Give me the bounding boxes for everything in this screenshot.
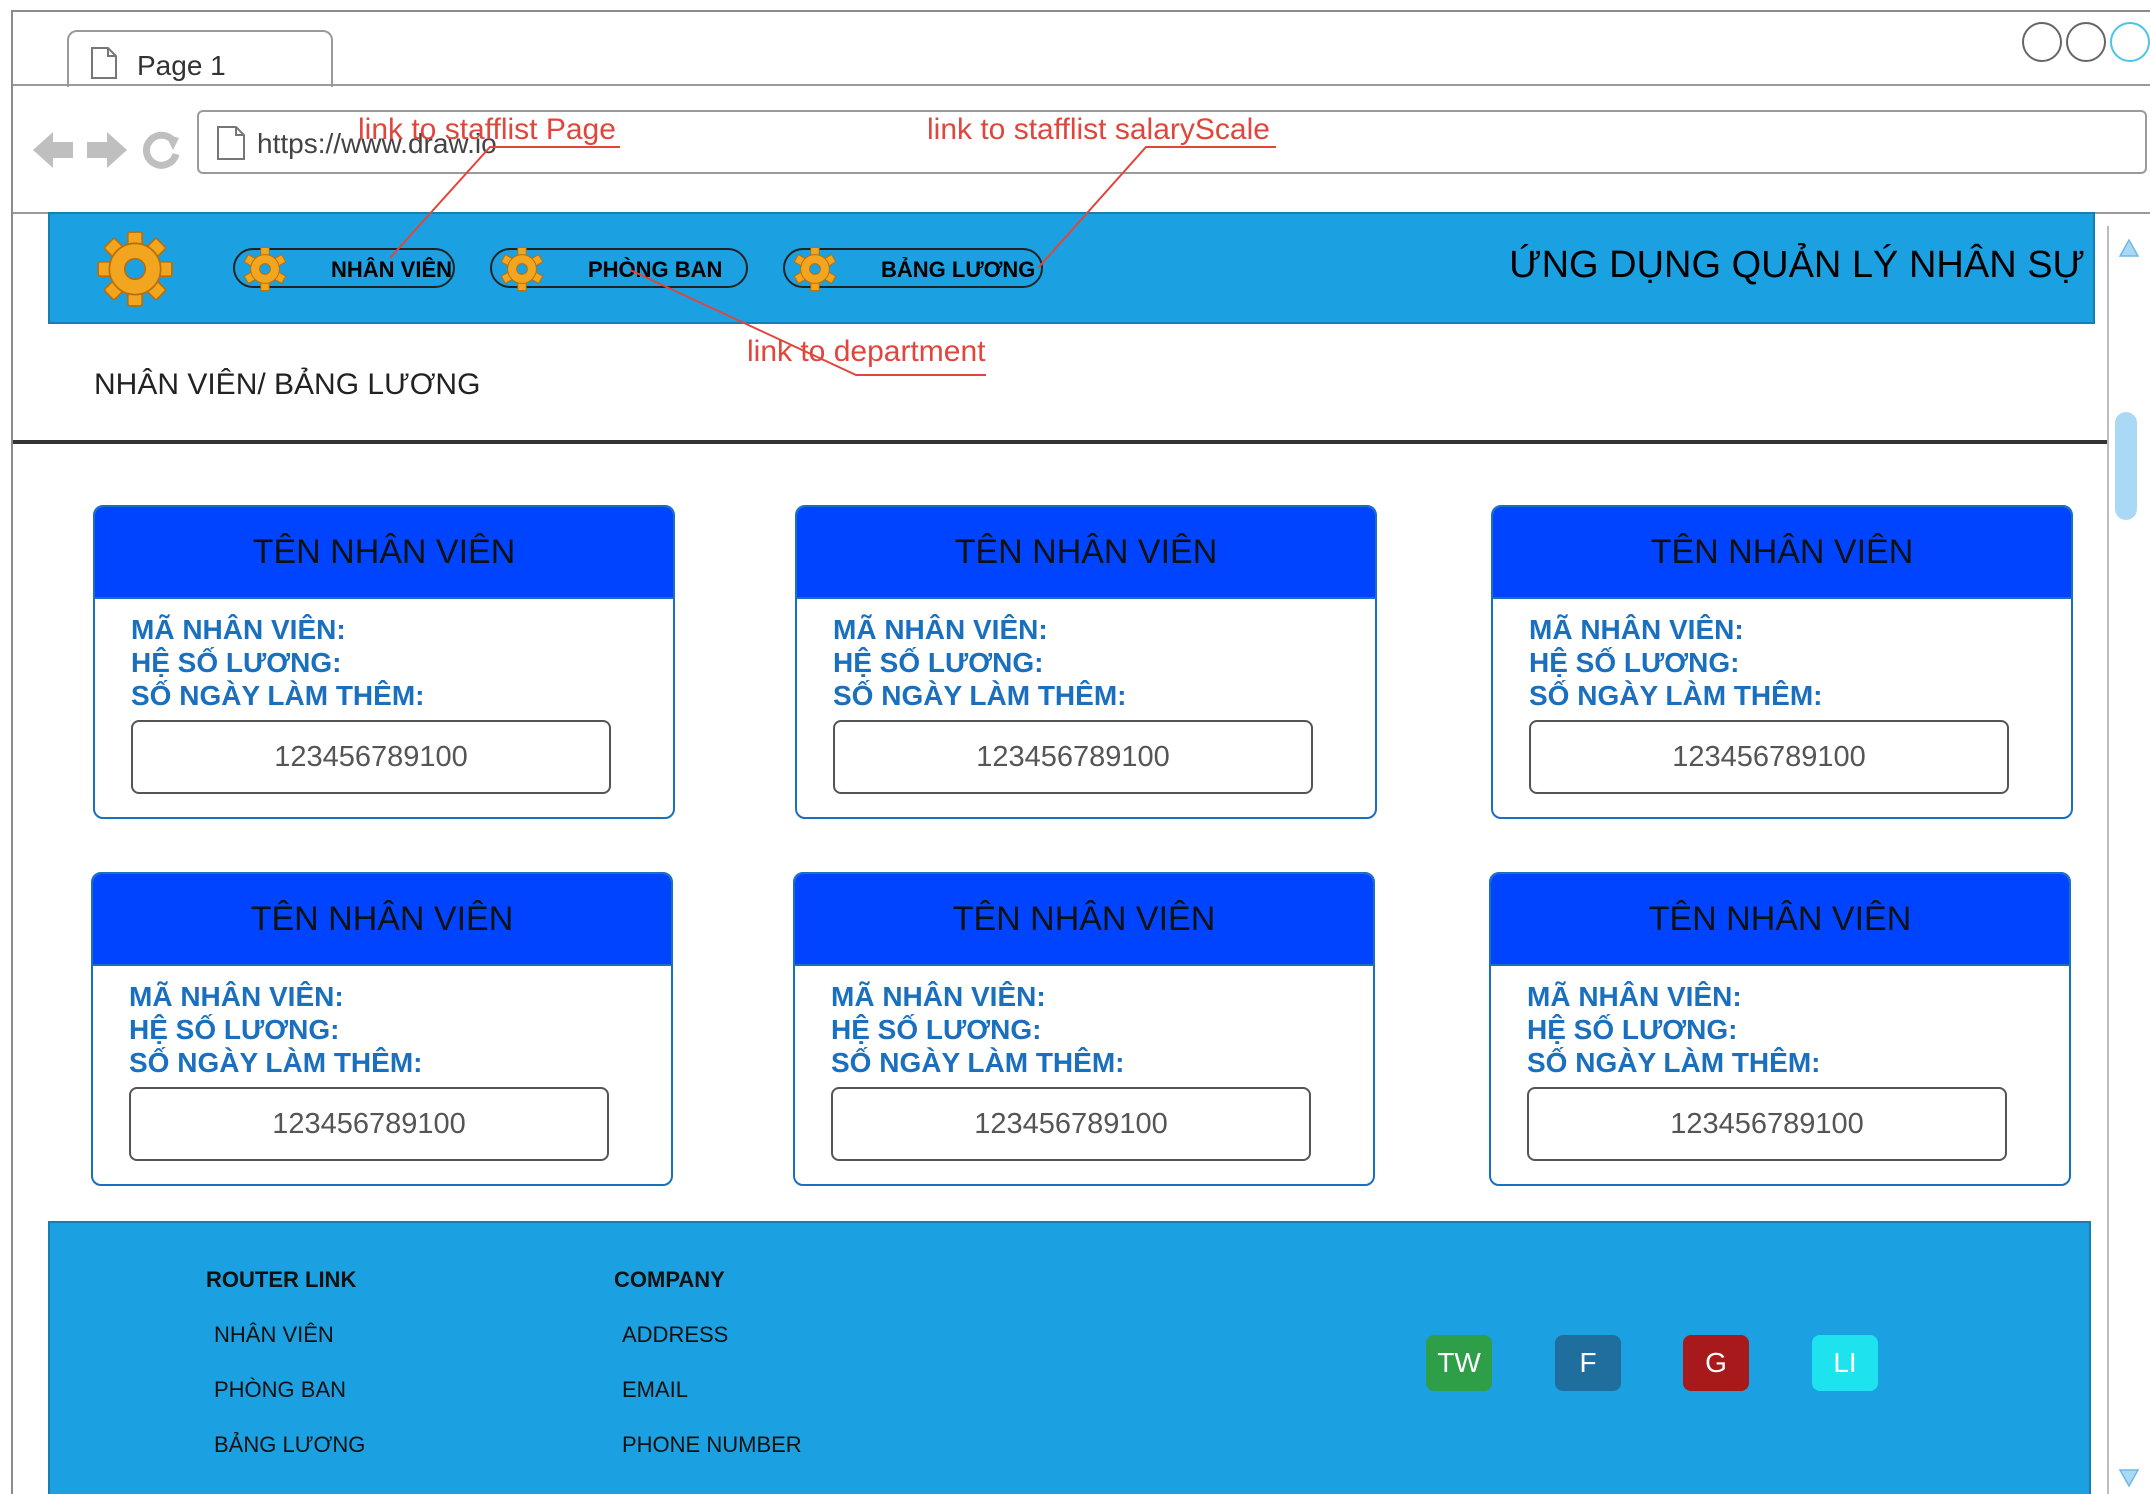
- salary-coefficient-label: HỆ SỐ LƯƠNG:: [833, 647, 1044, 678]
- facebook-button[interactable]: F: [1555, 1335, 1621, 1391]
- scroll-thumb[interactable]: [2115, 412, 2137, 520]
- card-title: TÊN NHÂN VIÊN: [1650, 533, 1914, 571]
- overtime-days-input[interactable]: [1527, 1087, 2007, 1161]
- overtime-days-label: SỐ NGÀY LÀM THÊM:: [831, 1047, 1125, 1078]
- card-title: TÊN NHÂN VIÊN: [952, 900, 1216, 938]
- gear-logo-icon: [97, 231, 173, 307]
- card-header: TÊN NHÂN VIÊN: [93, 874, 671, 966]
- staff-id-label: MÃ NHÂN VIÊN:: [1529, 614, 1744, 645]
- footer-link-salary[interactable]: BẢNG LƯƠNG: [214, 1432, 365, 1458]
- tab-title: Page 1: [137, 50, 226, 81]
- app-header: NHÂN VIÊN PHÒNG BAN BẢNG LƯƠNG ỨNG DỤNG …: [48, 212, 2095, 324]
- staff-card[interactable]: TÊN NHÂN VIÊN MÃ NHÂN VIÊN: HỆ SỐ LƯƠNG:…: [795, 505, 1377, 819]
- staff-id-label: MÃ NHÂN VIÊN:: [129, 981, 344, 1012]
- staff-id-label: MÃ NHÂN VIÊN:: [131, 614, 346, 645]
- card-header: TÊN NHÂN VIÊN: [1493, 507, 2071, 599]
- salary-coefficient-label: HỆ SỐ LƯƠNG:: [131, 647, 342, 678]
- nav-department-button[interactable]: PHÒNG BAN: [490, 246, 748, 292]
- card-header: TÊN NHÂN VIÊN: [795, 874, 1373, 966]
- content-divider: [13, 440, 2107, 444]
- annotation-department-link: link to department: [747, 335, 986, 368]
- scroll-up-arrow-icon[interactable]: [2118, 238, 2140, 258]
- back-arrow-icon[interactable]: [31, 130, 75, 170]
- minimize-button[interactable]: [2022, 22, 2062, 62]
- staff-card[interactable]: TÊN NHÂN VIÊN MÃ NHÂN VIÊN: HỆ SỐ LƯƠNG:…: [1491, 505, 2073, 819]
- footer-company-heading: COMPANY: [614, 1267, 725, 1292]
- nav-department-label: PHÒNG BAN: [588, 257, 723, 282]
- window-controls: [2022, 22, 2150, 62]
- overtime-days-input[interactable]: [833, 720, 1313, 794]
- overtime-days-label: SỐ NGÀY LÀM THÊM:: [1527, 1047, 1821, 1078]
- page-icon: [91, 47, 117, 79]
- scroll-down-arrow-icon[interactable]: [2118, 1468, 2140, 1488]
- annotation-salary-link: link to stafflist salaryScale: [927, 113, 1270, 146]
- overtime-days-input[interactable]: [831, 1087, 1311, 1161]
- staff-id-label: MÃ NHÂN VIÊN:: [1527, 981, 1742, 1012]
- footer-link-staff[interactable]: NHÂN VIÊN: [214, 1322, 334, 1348]
- salary-coefficient-label: HỆ SỐ LƯƠNG:: [1527, 1014, 1738, 1045]
- overtime-days-input[interactable]: [131, 720, 611, 794]
- app-title: ỨNG DỤNG QUẢN LÝ NHÂN SỰ: [1509, 244, 2085, 286]
- card-title: TÊN NHÂN VIÊN: [1648, 900, 1912, 938]
- nav-salary-button[interactable]: BẢNG LƯƠNG: [783, 246, 1043, 292]
- footer: ROUTER LINK NHÂN VIÊN PHÒNG BAN BẢNG LƯƠ…: [48, 1221, 2091, 1494]
- overtime-days-input[interactable]: [129, 1087, 609, 1161]
- close-button[interactable]: [2110, 22, 2150, 62]
- browser-tab[interactable]: Page 1: [67, 30, 333, 87]
- gear-icon: [243, 246, 287, 292]
- card-header: TÊN NHÂN VIÊN: [797, 507, 1375, 599]
- footer-link-department[interactable]: PHÒNG BAN: [214, 1377, 346, 1403]
- overtime-days-input[interactable]: [1529, 720, 2009, 794]
- chrome-divider: [13, 84, 2150, 86]
- staff-id-label: MÃ NHÂN VIÊN:: [831, 981, 1046, 1012]
- footer-router-heading: ROUTER LINK: [206, 1267, 357, 1292]
- staff-card[interactable]: TÊN NHÂN VIÊN MÃ NHÂN VIÊN: HỆ SỐ LƯƠNG:…: [1489, 872, 2071, 1186]
- forward-arrow-icon[interactable]: [85, 130, 129, 170]
- nav-salary-label: BẢNG LƯƠNG: [881, 257, 1036, 282]
- gear-icon: [793, 246, 837, 292]
- twitter-button[interactable]: TW: [1426, 1335, 1492, 1391]
- staff-card[interactable]: TÊN NHÂN VIÊN MÃ NHÂN VIÊN: HỆ SỐ LƯƠNG:…: [91, 872, 673, 1186]
- footer-link-phone[interactable]: PHONE NUMBER: [622, 1432, 802, 1458]
- breadcrumb: NHÂN VIÊN/ BẢNG LƯƠNG: [94, 368, 481, 401]
- google-button[interactable]: G: [1683, 1335, 1749, 1391]
- overtime-days-label: SỐ NGÀY LÀM THÊM:: [833, 680, 1127, 711]
- overtime-days-label: SỐ NGÀY LÀM THÊM:: [129, 1047, 423, 1078]
- staff-card[interactable]: TÊN NHÂN VIÊN MÃ NHÂN VIÊN: HỆ SỐ LƯƠNG:…: [793, 872, 1375, 1186]
- nav-staff-label: NHÂN VIÊN: [331, 257, 453, 282]
- staff-card[interactable]: TÊN NHÂN VIÊN MÃ NHÂN VIÊN: HỆ SỐ LƯƠNG:…: [93, 505, 675, 819]
- footer-link-email[interactable]: EMAIL: [622, 1377, 688, 1403]
- maximize-button[interactable]: [2066, 22, 2106, 62]
- card-header: TÊN NHÂN VIÊN: [1491, 874, 2069, 966]
- overtime-days-label: SỐ NGÀY LÀM THÊM:: [131, 680, 425, 711]
- salary-coefficient-label: HỆ SỐ LƯƠNG:: [831, 1014, 1042, 1045]
- footer-link-address[interactable]: ADDRESS: [622, 1322, 728, 1348]
- card-title: TÊN NHÂN VIÊN: [954, 533, 1218, 571]
- staff-id-label: MÃ NHÂN VIÊN:: [833, 614, 1048, 645]
- card-header: TÊN NHÂN VIÊN: [95, 507, 673, 599]
- overtime-days-label: SỐ NGÀY LÀM THÊM:: [1529, 680, 1823, 711]
- card-title: TÊN NHÂN VIÊN: [252, 533, 516, 571]
- salary-coefficient-label: HỆ SỐ LƯƠNG:: [129, 1014, 340, 1045]
- salary-coefficient-label: HỆ SỐ LƯƠNG:: [1529, 647, 1740, 678]
- refresh-icon[interactable]: [141, 130, 181, 170]
- vertical-scrollbar[interactable]: [2107, 226, 2147, 1494]
- nav-staff-button[interactable]: NHÂN VIÊN: [233, 246, 455, 292]
- linkedin-button[interactable]: LI: [1812, 1335, 1878, 1391]
- annotation-staff-link: link to stafflist Page: [358, 113, 616, 146]
- card-title: TÊN NHÂN VIÊN: [250, 900, 514, 938]
- page-icon: [217, 126, 245, 160]
- gear-icon: [500, 246, 544, 292]
